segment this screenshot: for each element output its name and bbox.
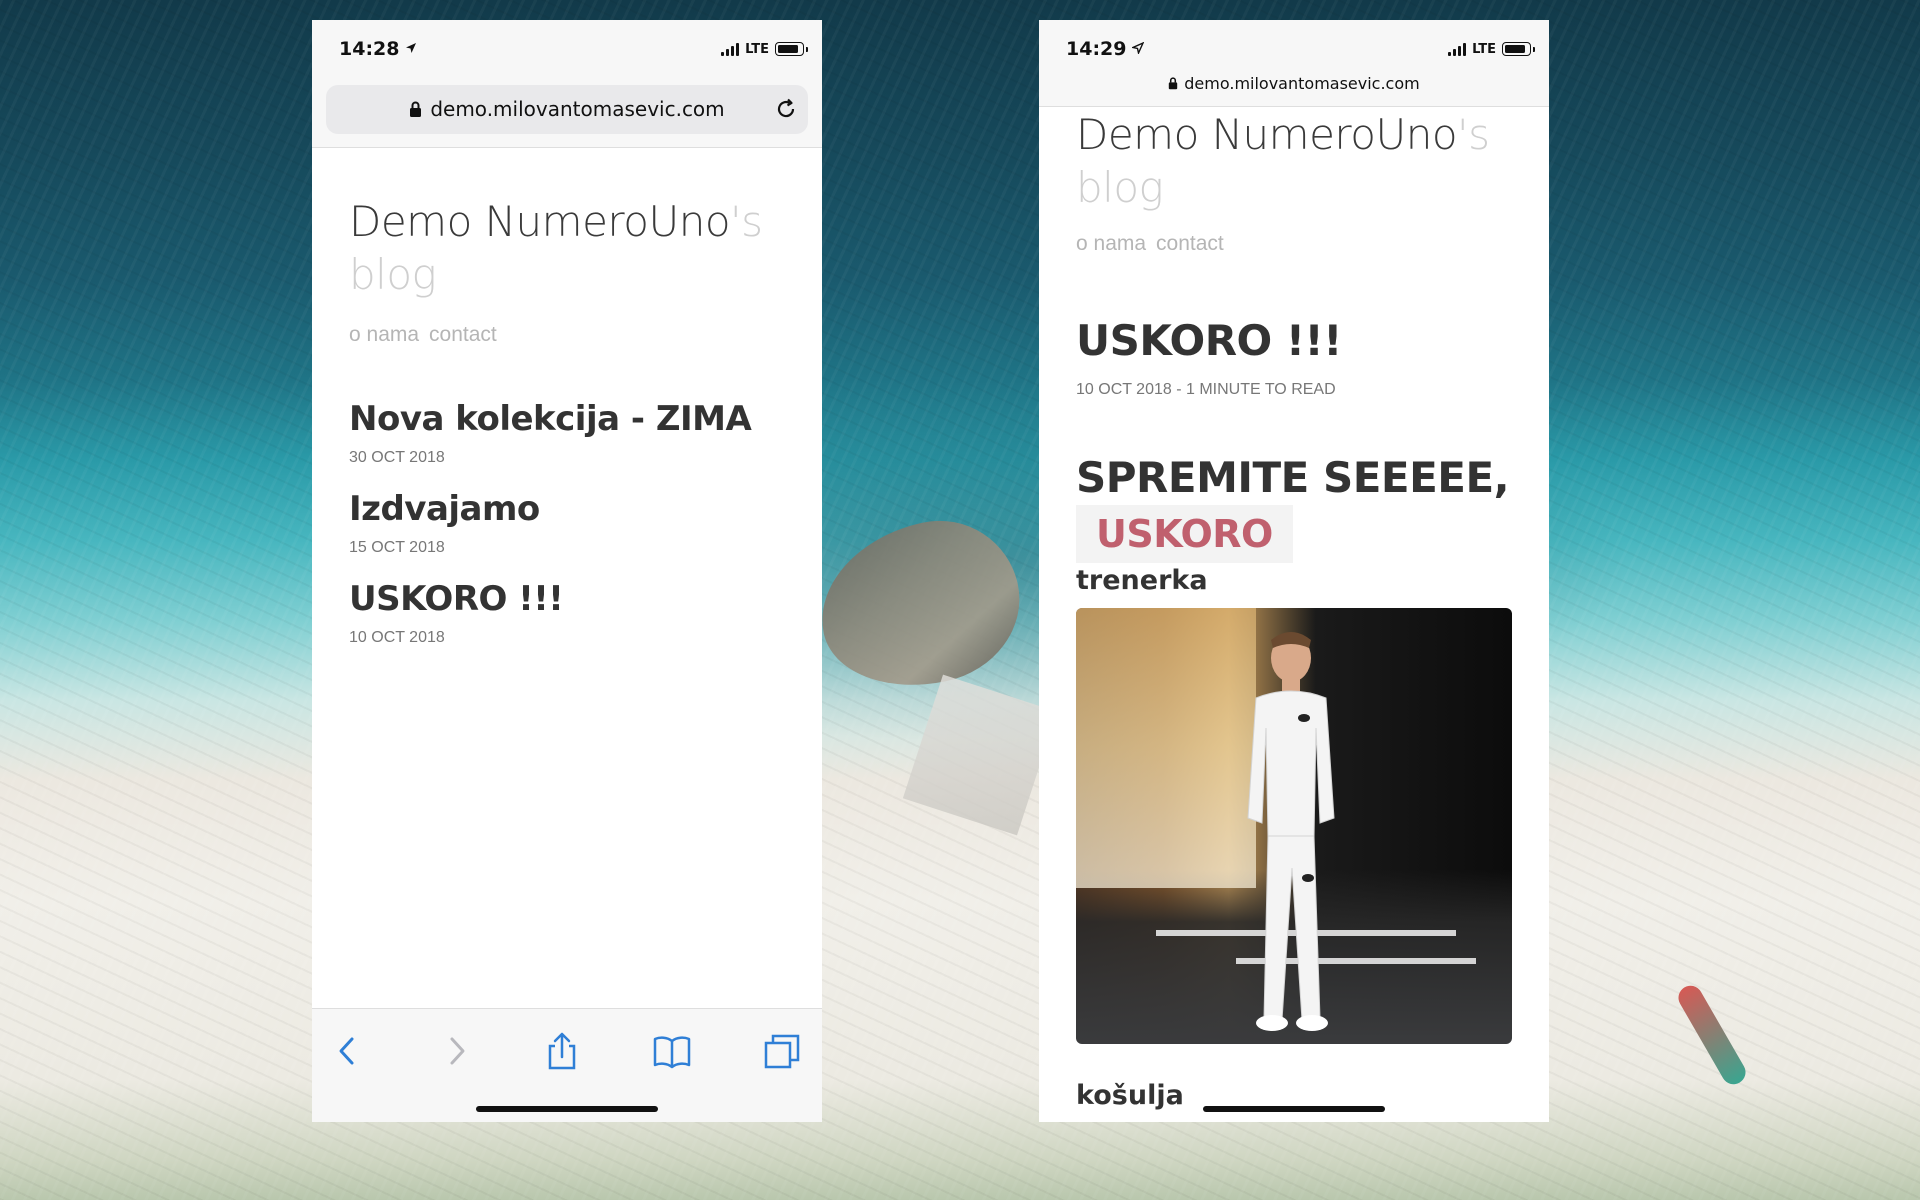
post-item[interactable]: Nova kolekcija - ZIMA 30 OCT 2018 bbox=[349, 399, 789, 467]
section-heading-trenerka: trenerka bbox=[1076, 565, 1208, 596]
blog-title-main: Demo NumeroUno bbox=[349, 197, 731, 246]
post-title[interactable]: Nova kolekcija - ZIMA bbox=[349, 399, 789, 439]
nav-link-contact[interactable]: contact bbox=[429, 323, 497, 346]
share-icon[interactable] bbox=[544, 1031, 580, 1071]
signal-icon bbox=[721, 42, 740, 56]
nav-link-o-nama[interactable]: o nama bbox=[349, 323, 419, 346]
blog-title-suffix: 's bbox=[730, 197, 763, 246]
home-indicator bbox=[476, 1106, 658, 1112]
url-text: demo.milovantomasevic.com bbox=[1184, 74, 1420, 93]
signal-icon bbox=[1448, 42, 1467, 56]
product-photo-tracksuit bbox=[1076, 608, 1512, 1044]
browser-chrome-compact: 14:29 LTE demo.milovantomasevic.com bbox=[1039, 20, 1549, 107]
post-date: 30 OCT 2018 bbox=[349, 449, 445, 466]
location-arrow-icon bbox=[406, 43, 417, 53]
status-bar: 14:29 LTE bbox=[1039, 20, 1549, 78]
post-date: 10 OCT 2018 bbox=[349, 629, 445, 646]
phone-screenshot-left: 14:28 LTE demo.milovantomasevic.com Demo… bbox=[312, 20, 822, 1122]
forward-icon[interactable] bbox=[440, 1031, 472, 1071]
network-label: LTE bbox=[1472, 41, 1496, 57]
time-label: 14:29 bbox=[1066, 38, 1127, 60]
address-bar-compact[interactable]: demo.milovantomasevic.com bbox=[1039, 74, 1549, 93]
reload-icon[interactable] bbox=[774, 97, 798, 121]
background-kayak bbox=[1674, 981, 1750, 1089]
nav-link-o-nama[interactable]: o nama bbox=[1076, 232, 1146, 255]
status-bar: 14:28 LTE bbox=[312, 20, 822, 78]
network-label: LTE bbox=[745, 41, 769, 57]
browser-toolbar bbox=[312, 1008, 822, 1122]
article-heading: SPREMITE SEEEEE, USKORO bbox=[1076, 451, 1516, 563]
home-indicator bbox=[1203, 1106, 1385, 1112]
back-icon[interactable] bbox=[332, 1031, 364, 1071]
inline-code-uskoro: USKORO bbox=[1076, 505, 1293, 563]
bookmarks-icon[interactable] bbox=[652, 1031, 692, 1071]
post-item[interactable]: USKORO !!! 10 OCT 2018 bbox=[349, 579, 789, 647]
blog-title-suffix: 's bbox=[1457, 110, 1490, 159]
blog-home: Demo NumeroUno's blog o nama contact Nova… bbox=[349, 195, 789, 669]
article-meta: 10 OCT 2018 - 1 MINUTE TO READ bbox=[1076, 381, 1336, 398]
post-list: Nova kolekcija - ZIMA 30 OCT 2018 Izdvaj… bbox=[349, 399, 789, 647]
status-time: 14:28 bbox=[339, 38, 417, 60]
person-in-white-tracksuit bbox=[1247, 632, 1335, 1031]
url-text: demo.milovantomasevic.com bbox=[430, 97, 725, 121]
lock-icon bbox=[410, 101, 422, 117]
post-item[interactable]: Izdvajamo 15 OCT 2018 bbox=[349, 489, 789, 557]
blog-post-page: Demo NumeroUno's blog o nama contact USKO… bbox=[1076, 108, 1516, 1111]
article-heading-text: SPREMITE SEEEEE, bbox=[1076, 453, 1510, 502]
blog-nav: o nama contact bbox=[349, 323, 789, 347]
blog-title-blog: blog bbox=[349, 250, 437, 299]
post-title[interactable]: Izdvajamo bbox=[349, 489, 789, 529]
tabs-icon[interactable] bbox=[762, 1031, 802, 1071]
background-tarp bbox=[902, 674, 1058, 836]
background-boat bbox=[805, 505, 1035, 705]
address-bar[interactable]: demo.milovantomasevic.com bbox=[326, 85, 808, 134]
post-title[interactable]: USKORO !!! bbox=[349, 579, 789, 619]
location-arrow-icon bbox=[1132, 42, 1145, 54]
status-indicators: LTE bbox=[721, 40, 808, 58]
blog-title-main: Demo NumeroUno bbox=[1076, 110, 1458, 159]
time-label: 14:28 bbox=[339, 38, 400, 60]
url-display: demo.milovantomasevic.com bbox=[326, 97, 808, 121]
lock-icon bbox=[1169, 77, 1178, 90]
status-time: 14:29 bbox=[1066, 38, 1145, 60]
battery-icon bbox=[775, 42, 808, 56]
phone-screenshot-right: 14:29 LTE demo.milovantomasevic.com Demo… bbox=[1039, 20, 1549, 1122]
browser-chrome: 14:28 LTE demo.milovantomasevic.com bbox=[312, 20, 822, 148]
blog-nav: o nama contact bbox=[1076, 232, 1516, 256]
post-date: 15 OCT 2018 bbox=[349, 539, 445, 556]
battery-icon bbox=[1502, 42, 1535, 56]
blog-title-blog: blog bbox=[1076, 163, 1164, 212]
blog-title[interactable]: Demo NumeroUno's blog bbox=[349, 195, 789, 301]
status-indicators: LTE bbox=[1448, 40, 1535, 58]
article-title: USKORO !!! bbox=[1076, 316, 1342, 365]
blog-title[interactable]: Demo NumeroUno's blog bbox=[1076, 108, 1516, 214]
nav-link-contact[interactable]: contact bbox=[1156, 232, 1224, 255]
